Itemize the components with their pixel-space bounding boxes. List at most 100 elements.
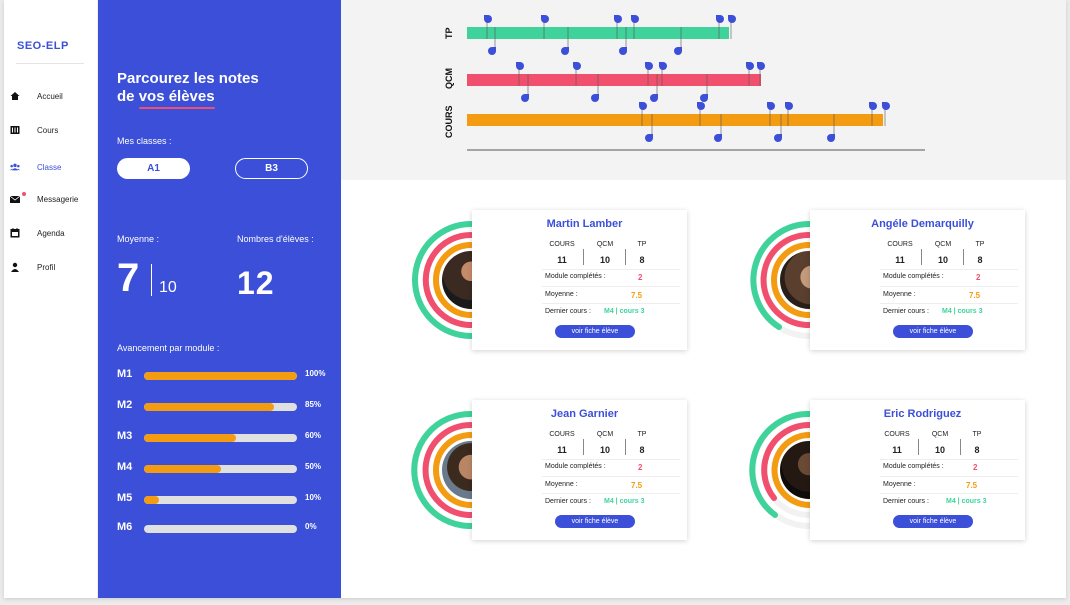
grade-marker[interactable] bbox=[700, 94, 708, 102]
grade-marker[interactable] bbox=[619, 47, 627, 55]
dernier-value: M4 | cours 3 bbox=[942, 308, 983, 315]
timeline-row-label: TP bbox=[444, 27, 454, 39]
col-header-qcm: QCM bbox=[596, 431, 614, 438]
grade-marker[interactable] bbox=[714, 134, 722, 142]
tp-value: 8 bbox=[639, 255, 645, 265]
sidebar-item-agenda[interactable]: Agenda bbox=[4, 223, 98, 243]
divider bbox=[542, 303, 680, 304]
moyenne-value: 7.5 bbox=[966, 481, 978, 490]
cours-value: 11 bbox=[892, 445, 902, 455]
student-count-value: 12 bbox=[237, 265, 275, 301]
student-name: Jean Garnier bbox=[550, 408, 619, 420]
divider bbox=[542, 476, 680, 477]
grade-marker[interactable] bbox=[541, 15, 549, 23]
divider bbox=[625, 249, 626, 265]
moyenne-denominator: 10 bbox=[159, 279, 177, 296]
dernier-value: M4 | cours 3 bbox=[604, 498, 645, 505]
dernier-label: Dernier cours : bbox=[545, 308, 591, 315]
module-name: M5 bbox=[117, 492, 133, 504]
grade-marker[interactable] bbox=[614, 15, 622, 23]
module-percent: 85% bbox=[305, 400, 322, 409]
grade-marker[interactable] bbox=[639, 102, 647, 110]
module-progress-row: M6 0% bbox=[117, 521, 337, 535]
module-progress-row: M2 85% bbox=[117, 399, 337, 413]
sidebar-item-cours[interactable]: Cours bbox=[4, 120, 98, 140]
students-area: Martin Lamber COURS QCM TP 11 10 8 Modul… bbox=[341, 180, 1066, 598]
grade-marker[interactable] bbox=[488, 47, 496, 55]
sidebar-item-label: Agenda bbox=[37, 228, 65, 238]
dernier-value: M4 | cours 3 bbox=[604, 308, 645, 315]
grade-marker[interactable] bbox=[674, 47, 682, 55]
class-a1-button[interactable]: A1 bbox=[117, 158, 190, 179]
student-card: Martin Lamber COURS QCM TP 11 10 8 Modul… bbox=[472, 210, 687, 350]
panel-title: Parcourez les notes de vos élèves bbox=[117, 70, 259, 109]
sidebar-item-profil[interactable]: Profil bbox=[4, 257, 98, 277]
moyenne-value: 7.5 bbox=[969, 291, 981, 300]
module-percent: 0% bbox=[305, 522, 317, 531]
module-percent: 60% bbox=[305, 431, 322, 440]
grade-marker[interactable] bbox=[785, 102, 793, 110]
grade-marker[interactable] bbox=[591, 94, 599, 102]
moyenne-divider bbox=[151, 264, 152, 296]
sidebar-item-messagerie[interactable]: Messagerie bbox=[4, 189, 98, 209]
grade-marker[interactable] bbox=[561, 47, 569, 55]
student-name: Martin Lamber bbox=[546, 218, 623, 230]
panel-title-line1: Parcourez les notes bbox=[117, 70, 259, 87]
progress-label: Avancement par module : bbox=[117, 343, 220, 353]
module-name: M2 bbox=[117, 399, 133, 411]
divider bbox=[960, 439, 961, 455]
divider bbox=[542, 269, 680, 270]
view-student-button[interactable]: voir fiche élève bbox=[555, 325, 635, 338]
divider bbox=[625, 439, 626, 455]
grade-marker[interactable] bbox=[631, 15, 639, 23]
grades-timeline: TP QCM COURS bbox=[341, 0, 1066, 180]
calendar-icon bbox=[10, 228, 20, 238]
col-header-qcm: QCM bbox=[934, 241, 952, 248]
grade-marker[interactable] bbox=[882, 102, 890, 110]
grade-marker[interactable] bbox=[827, 134, 835, 142]
grade-marker[interactable] bbox=[697, 102, 705, 110]
sidebar-item-classe[interactable]: Classe bbox=[4, 157, 98, 177]
progress-track bbox=[144, 525, 297, 533]
grade-marker[interactable] bbox=[521, 94, 529, 102]
module-progress-row: M4 50% bbox=[117, 461, 337, 475]
timeline-bar-qcm bbox=[467, 74, 761, 86]
grade-marker[interactable] bbox=[659, 62, 667, 70]
grade-marker[interactable] bbox=[573, 62, 581, 70]
grade-marker[interactable] bbox=[767, 102, 775, 110]
grade-marker[interactable] bbox=[746, 62, 754, 70]
divider bbox=[880, 493, 1018, 494]
grade-marker[interactable] bbox=[650, 94, 658, 102]
qcm-value: 10 bbox=[599, 445, 610, 455]
module-progress-row: M1 100% bbox=[117, 368, 337, 382]
grade-marker[interactable] bbox=[757, 62, 765, 70]
grade-marker[interactable] bbox=[774, 134, 782, 142]
moyenne-value: 7.5 bbox=[631, 291, 643, 300]
divider bbox=[583, 439, 584, 455]
tp-value: 8 bbox=[974, 445, 980, 455]
tp-value: 8 bbox=[639, 445, 645, 455]
class-b3-button[interactable]: B3 bbox=[235, 158, 308, 179]
grade-marker[interactable] bbox=[728, 15, 736, 23]
view-student-button[interactable]: voir fiche élève bbox=[893, 515, 973, 528]
divider bbox=[583, 249, 584, 265]
grade-marker[interactable] bbox=[645, 134, 653, 142]
view-student-button[interactable]: voir fiche élève bbox=[893, 325, 973, 338]
grade-marker[interactable] bbox=[645, 62, 653, 70]
modules-value: 2 bbox=[973, 463, 978, 472]
divider bbox=[880, 269, 1018, 270]
view-student-button[interactable]: voir fiche élève bbox=[555, 515, 635, 528]
grade-marker[interactable] bbox=[869, 102, 877, 110]
moyenne-label: Moyenne : bbox=[883, 481, 916, 488]
col-header-cours: COURS bbox=[549, 241, 575, 248]
home-icon bbox=[10, 91, 20, 101]
grade-marker[interactable] bbox=[516, 62, 524, 70]
sidebar-item-accueil[interactable]: Accueil bbox=[4, 86, 98, 106]
moyenne-label: Moyenne : bbox=[117, 234, 160, 244]
grade-marker[interactable] bbox=[716, 15, 724, 23]
progress-track bbox=[144, 434, 297, 442]
grade-marker[interactable] bbox=[484, 15, 492, 23]
people-icon bbox=[10, 162, 20, 172]
col-header-qcm: QCM bbox=[596, 241, 614, 248]
modules-label: Module complétés : bbox=[545, 463, 606, 470]
